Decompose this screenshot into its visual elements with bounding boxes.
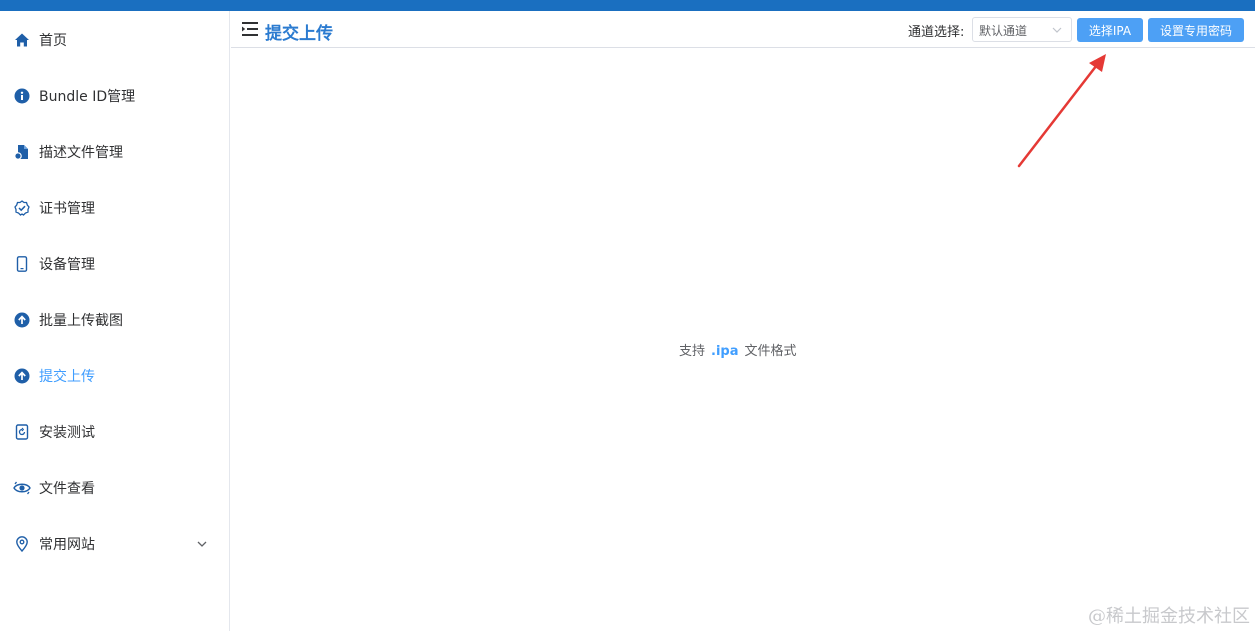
- phone-icon: [13, 255, 31, 273]
- certificate-check-icon: [13, 199, 31, 217]
- channel-select-label: 通道选择:: [908, 25, 965, 40]
- sidebar-item-label: 安装测试: [39, 425, 95, 441]
- sidebar-item-label: 设备管理: [39, 257, 95, 273]
- sidebar-item-label: 描述文件管理: [39, 145, 123, 161]
- sidebar-item-common-sites[interactable]: 常用网站: [0, 516, 229, 572]
- file-settings-icon: [13, 143, 31, 161]
- sidebar-menu: 首页 Bundle ID管理 描述文件管理 证书管理 设备管理 批量上传截图 提…: [0, 11, 230, 631]
- sidebar-item-submit-upload[interactable]: 提交上传: [0, 348, 229, 404]
- sidebar-item-home[interactable]: 首页: [0, 12, 229, 68]
- upload-circle-icon: [13, 311, 31, 329]
- sidebar-item-label: 证书管理: [39, 201, 95, 217]
- page-header: 提交上传 通道选择: 默认通道 选择IPA 设置专用密码: [231, 11, 1255, 48]
- sidebar-item-label: 提交上传: [39, 369, 95, 385]
- sidebar-item-bundle-id[interactable]: Bundle ID管理: [0, 68, 229, 124]
- sidebar-item-batch-screenshots[interactable]: 批量上传截图: [0, 292, 229, 348]
- upload-hint-suffix: 文件格式: [744, 344, 797, 359]
- sidebar-item-label: Bundle ID管理: [39, 89, 136, 105]
- upload-hint: 支持 .ipa 文件格式: [679, 340, 797, 359]
- menu-collapse-icon[interactable]: [242, 22, 258, 36]
- install-app-icon: [13, 423, 31, 441]
- eye-refresh-icon: [13, 479, 31, 497]
- sidebar-item-label: 文件查看: [39, 481, 95, 497]
- location-pin-icon: [13, 535, 31, 553]
- top-bar: [0, 0, 1255, 11]
- watermark: @稀土掘金技术社区: [1088, 606, 1250, 627]
- chevron-down-icon: [1052, 27, 1062, 33]
- upload-hint-prefix: 支持: [679, 344, 706, 359]
- upload-circle-icon: [13, 367, 31, 385]
- sidebar-item-label: 首页: [39, 33, 67, 49]
- page-title: 提交上传: [265, 24, 333, 44]
- sidebar-item-label: 常用网站: [39, 537, 95, 553]
- set-app-password-button[interactable]: 设置专用密码: [1148, 18, 1244, 42]
- sidebar-item-profiles[interactable]: 描述文件管理: [0, 124, 229, 180]
- chevron-down-icon: [197, 541, 207, 547]
- sidebar-item-file-viewer[interactable]: 文件查看: [0, 460, 229, 516]
- home-icon: [13, 31, 31, 49]
- sidebar-item-install-test[interactable]: 安装测试: [0, 404, 229, 460]
- upload-hint-extension: .ipa: [711, 344, 739, 359]
- sidebar-item-label: 批量上传截图: [39, 313, 123, 329]
- channel-select-value: 默认通道: [979, 24, 1028, 38]
- select-ipa-button[interactable]: 选择IPA: [1077, 18, 1143, 42]
- annotation-arrow: [1017, 54, 1106, 168]
- sidebar-item-devices[interactable]: 设备管理: [0, 236, 229, 292]
- sidebar-item-certificates[interactable]: 证书管理: [0, 180, 229, 236]
- channel-select[interactable]: 默认通道: [972, 17, 1072, 42]
- info-icon: [13, 87, 31, 105]
